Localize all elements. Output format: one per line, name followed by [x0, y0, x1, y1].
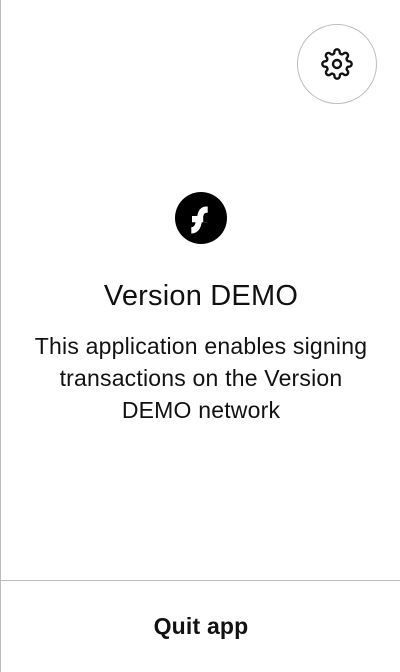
flow-logo-icon [175, 192, 227, 244]
settings-button[interactable] [297, 24, 377, 104]
quit-app-button[interactable]: Quit app [1, 581, 400, 672]
gear-icon [321, 48, 353, 80]
app-description: This application enables signing transac… [34, 333, 368, 423]
app-screen: Version DEMO This application enables si… [0, 0, 400, 672]
network-title: Version DEMO [103, 280, 299, 312]
